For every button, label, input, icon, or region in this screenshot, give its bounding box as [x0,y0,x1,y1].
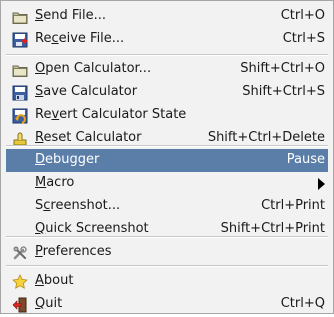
menu-item-preferences[interactable]: Preferences [6,241,328,264]
about-star-icon [12,274,28,290]
menu-separator [6,265,328,267]
menu-item-shortcut: Shift+Ctrl+Delete [207,130,325,145]
menu-item-label: About [35,273,74,288]
menu-item-label: Quit [35,296,63,311]
menu-item-label: Revert Calculator State [35,107,187,122]
revert-icon [12,108,28,124]
send-file-icon [12,9,28,25]
menu-item-label: Macro [35,175,75,190]
menu-item-label: Reset Calculator [35,130,142,145]
menu-item-shortcut: Shift+Ctrl+Print [220,221,325,236]
preferences-icon [12,245,28,261]
menu-item-label: Debugger [35,152,100,167]
context-menu: Send File... Ctrl+O Receive File... Ctrl… [0,0,334,314]
menu-separator [6,145,328,147]
menu-item-quit[interactable]: Quit Ctrl+Q [6,293,328,316]
menu-item-receive-file[interactable]: Receive File... Ctrl+S [6,28,328,51]
open-folder-icon [12,62,28,78]
menu-item-shortcut: Ctrl+O [280,8,325,23]
menu-item-label: Quick Screenshot [35,221,149,236]
menu-item-about[interactable]: About [6,270,328,293]
menu-item-shortcut: Ctrl+Q [280,296,325,311]
menu-item-shortcut: Pause [286,152,325,167]
receive-file-icon [12,32,28,48]
menu-item-shortcut: Ctrl+Print [261,198,325,213]
menu-item-shortcut: Ctrl+S [282,31,325,46]
menu-item-screenshot[interactable]: Screenshot... Ctrl+Print [6,195,328,218]
menu-separator [6,54,328,56]
menu-item-open-calculator[interactable]: Open Calculator... Shift+Ctrl+O [6,58,328,81]
menu-item-macro[interactable]: Macro [6,172,328,195]
menu-item-shortcut: Shift+Ctrl+O [240,61,325,76]
menu-item-shortcut: Shift+Ctrl+S [242,84,325,99]
submenu-arrow-icon [318,178,325,190]
menu-item-label: Open Calculator... [35,61,152,76]
menu-item-label: Send File... [35,8,107,23]
menu-item-revert-calculator-state[interactable]: Revert Calculator State [6,104,328,127]
menu-separator [6,236,328,238]
menu-item-send-file[interactable]: Send File... Ctrl+O [6,5,328,28]
menu-item-label: Preferences [35,244,112,259]
menu-item-save-calculator[interactable]: Save Calculator Shift+Ctrl+S [6,81,328,104]
quit-icon [12,297,28,313]
menu-item-label: Save Calculator [35,84,138,99]
menu-item-label: Receive File... [35,31,125,46]
save-icon [12,85,28,101]
menu-item-label: Screenshot... [35,198,121,213]
menu-item-debugger[interactable]: Debugger Pause [6,149,328,172]
